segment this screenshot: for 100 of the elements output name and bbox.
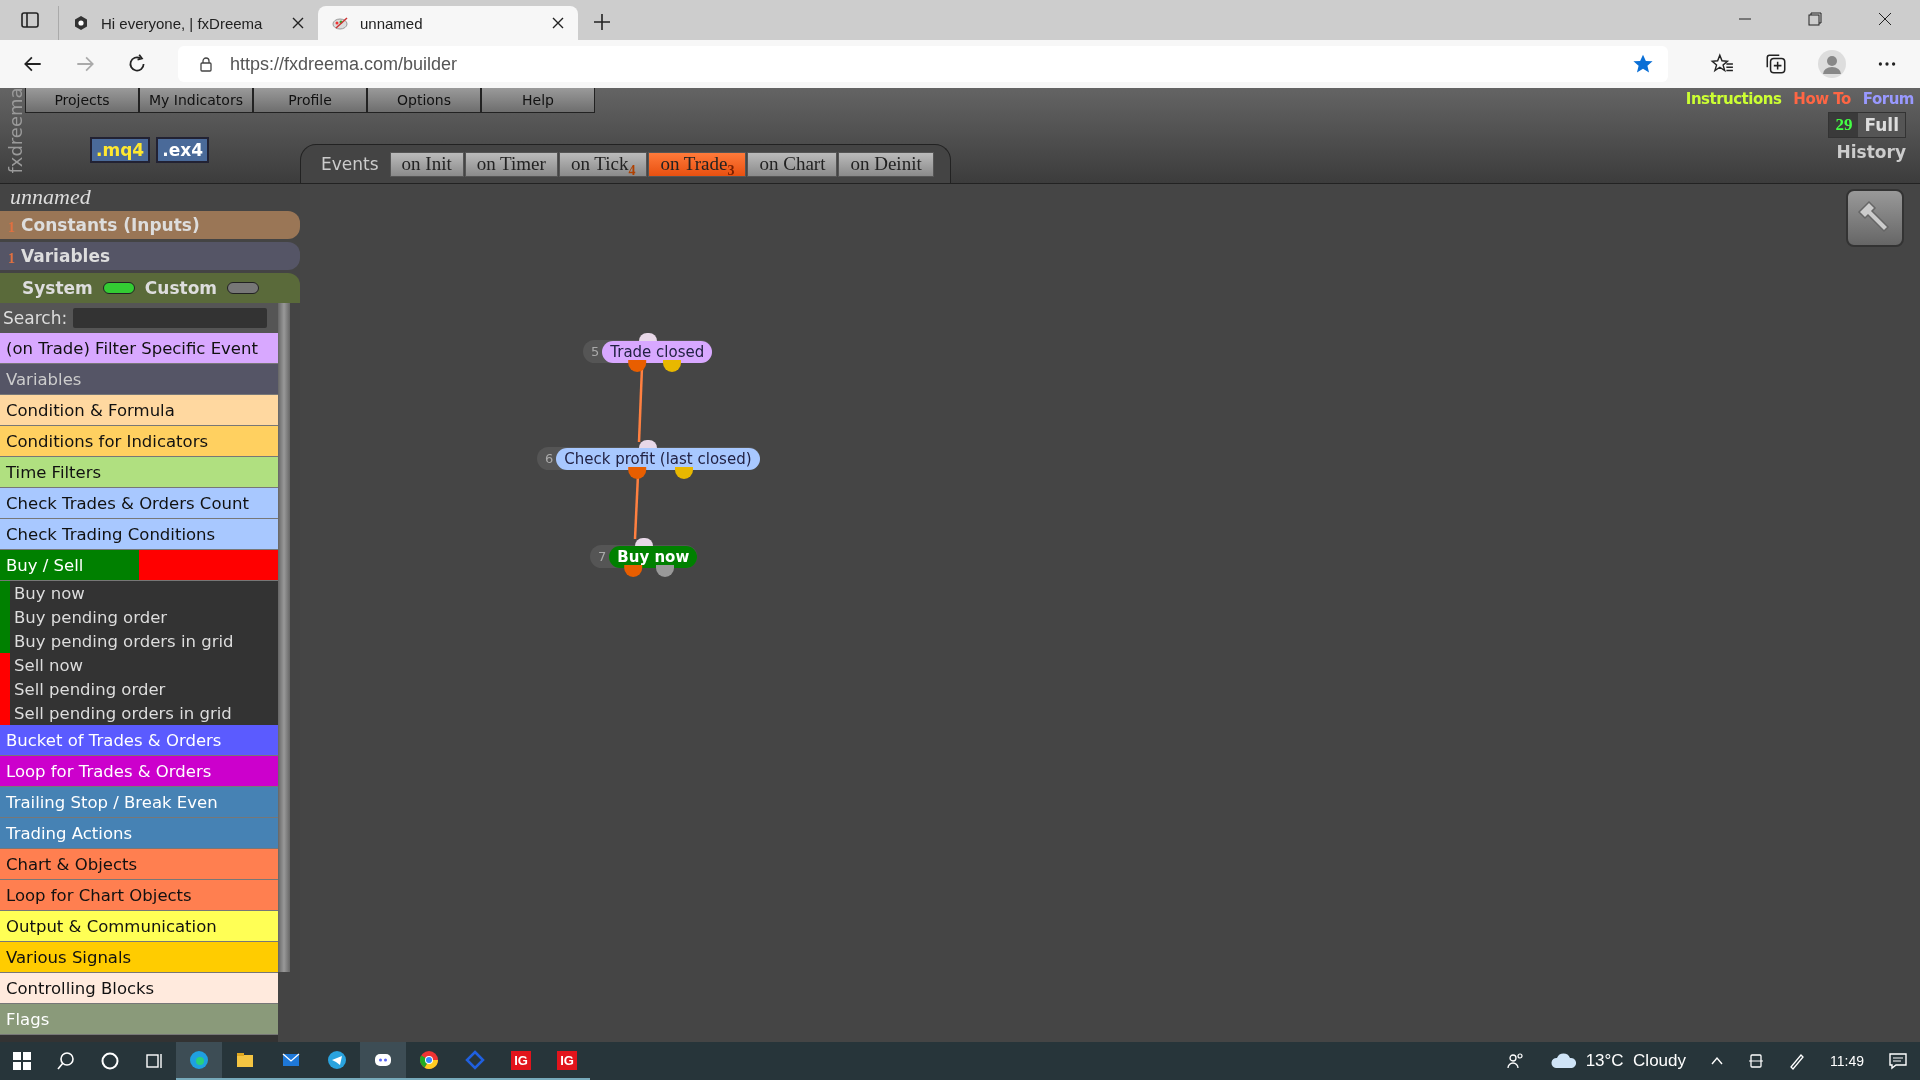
section-label: Constants (Inputs) [21,215,200,235]
output-port[interactable] [656,565,675,577]
hexagon-icon [73,15,89,31]
search-field[interactable] [73,308,268,328]
wrench-button[interactable] [1846,189,1904,247]
category-item[interactable]: Bucket of Trades & Orders [0,725,278,756]
block-node[interactable]: 5 Trade closed [583,340,713,363]
weather-text[interactable]: 13°C Cloudy [1585,1051,1686,1071]
browser-icon [419,1050,439,1070]
paint-brush-icon [332,15,348,31]
toggle-switch[interactable] [227,282,260,294]
collections-icon[interactable] [1764,52,1788,76]
address-field[interactable]: https://fxdreema.com/builder [178,46,1668,82]
category-item[interactable]: Controlling Blocks [0,973,278,1004]
output-port[interactable] [628,467,647,479]
header-link[interactable]: Instructions [1685,90,1782,108]
tab-actions-icon[interactable] [20,10,40,30]
restore-icon[interactable] [1808,12,1822,26]
category-item[interactable]: Loop for Trades & Orders [0,756,278,787]
category-item[interactable]: Conditions for Indicators [0,426,278,457]
category-item[interactable]: Buy / Sell [0,550,278,581]
cloud-icon [1549,1052,1578,1070]
pen-icon[interactable] [1788,1052,1806,1070]
device-icon[interactable] [1748,1053,1764,1069]
block-number: 5 [591,344,600,359]
section-count: 1 [8,249,15,267]
scrollbar[interactable] [278,303,290,972]
block-node[interactable]: 7 Buy now [590,545,698,568]
output-port[interactable] [627,360,646,372]
category-item[interactable]: Time Filters [0,457,278,488]
taskbar-app[interactable]: IG [498,1042,544,1080]
search-icon[interactable] [56,1051,76,1071]
category-item[interactable]: (on Trade) Filter Specific Event [0,333,278,364]
menu-button[interactable]: Help [481,88,595,113]
cortana-icon[interactable] [100,1051,120,1071]
windows-start-icon[interactable] [12,1051,32,1071]
input-port[interactable] [639,440,658,448]
logo-text: fxdreema [4,87,26,174]
close-icon[interactable] [552,17,564,29]
block-node[interactable]: 6 Check profit (last closed) [537,447,760,470]
output-port[interactable] [663,360,682,372]
people-icon[interactable] [1505,1051,1526,1071]
section-count: 1 [8,218,15,236]
category-item[interactable]: Loop for Chart Objects [0,880,278,911]
lock-icon [198,56,214,72]
history-link[interactable]: History [1836,142,1906,162]
taskbar-app[interactable]: IG [544,1042,590,1080]
notification-icon[interactable] [1888,1051,1908,1071]
paper-plane-icon [327,1050,347,1070]
event-tab[interactable]: on Trade$_{3}$ [648,151,747,177]
export-button[interactable]: .mq4 [90,137,151,163]
menu-button[interactable]: Projects [25,88,139,113]
event-tab[interactable]: on Tick$_{4}$ [558,151,648,177]
output-port[interactable] [623,565,642,577]
clock-time[interactable]: 11:49 [1830,1053,1864,1069]
toggle-switch[interactable] [102,282,135,294]
export-button[interactable]: .ex4 [156,137,209,163]
menu-button[interactable]: Options [367,88,481,113]
input-port[interactable] [638,333,657,341]
close-icon[interactable] [292,17,304,29]
events-label: Events [321,154,379,174]
event-tab[interactable]: on Timer [464,151,558,177]
diamond-icon [465,1050,485,1070]
block-number: 6 [545,451,554,466]
event-tab[interactable]: on Deinit [838,151,934,177]
folder-icon [235,1050,255,1070]
taskbar-app[interactable] [176,1042,222,1080]
section-header[interactable]: 1 Variables [0,242,300,270]
block-label: Buy now [609,545,698,568]
close-icon[interactable] [1878,12,1892,26]
taskbar-app[interactable] [360,1042,406,1080]
category-item[interactable]: Chart & Objects [0,849,278,880]
output-port[interactable] [674,467,693,479]
event-tab[interactable]: on Chart [747,151,838,177]
search-label: Search: [3,308,68,328]
favorites-icon[interactable] [1710,53,1734,75]
star-icon[interactable] [1632,53,1654,75]
category-item[interactable]: Condition & Formula [0,395,278,426]
category-item[interactable]: Check Trades & Orders Count [0,488,278,519]
toggle-label: System [22,278,93,298]
event-tab[interactable]: on Init [389,151,464,177]
category-item[interactable]: Output & Communication [0,911,278,942]
category-item[interactable]: Trailing Stop / Break Even [0,787,278,818]
new-tab-icon[interactable] [592,12,612,32]
task-view-icon[interactable] [144,1051,164,1071]
menu-button[interactable]: Profile [253,88,367,113]
input-port[interactable] [634,538,653,546]
section-label: Variables [21,246,111,266]
browser-icon [189,1050,209,1070]
project-name: unnamed [9,184,92,208]
browser-tab[interactable]: unnamed [318,6,578,40]
full-button[interactable]: Full [1858,113,1905,137]
profile-avatar-icon[interactable] [1818,50,1846,78]
category-item[interactable]: Variables [0,364,278,395]
block-label: Check profit (last closed) [556,447,760,470]
category-item[interactable]: Various Signals [0,942,278,973]
block-label: Trade closed [602,340,713,363]
menu-button[interactable]: My Indicators [139,88,253,113]
category-item[interactable]: Check Trading Conditions [0,519,278,550]
category-item[interactable]: Trading Actions [0,818,278,849]
